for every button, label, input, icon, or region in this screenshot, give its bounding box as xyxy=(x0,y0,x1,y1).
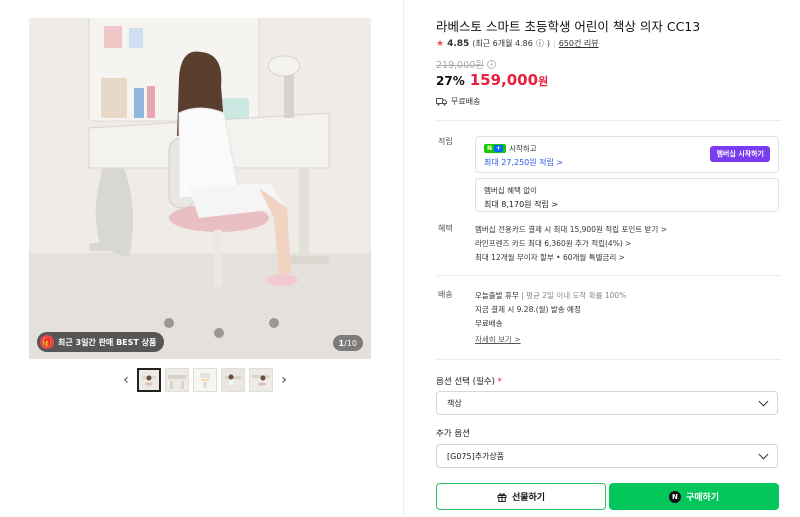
gift-button[interactable]: 선물하기 xyxy=(436,483,606,510)
divider-1 xyxy=(436,120,781,121)
benefit-list: 멤버십 전용카드 결제 시 최대 15,900원 적립 포인트 받기 > 라인프… xyxy=(475,223,667,265)
image-page-total: /10 xyxy=(344,338,357,348)
product-title: 라베스토 스마트 초등학생 어린이 책상 의자 CC13 xyxy=(436,19,701,34)
basic-points-line1: 멤버십 혜택 없이 xyxy=(484,186,538,195)
image-page-counter: 1 /10 xyxy=(332,335,363,351)
rating-divider: | xyxy=(552,39,556,48)
delivery-info: 오늘출발 휴무 | 평균 2일 이내 도착 확률 100% 지금 결제 시 9.… xyxy=(475,289,626,331)
membership-box-line1: 시작하고 xyxy=(509,144,537,153)
sale-price-unit: 원 xyxy=(538,75,549,88)
delivery-arrival-rate: | 평균 2일 이내 도착 확률 100% xyxy=(518,291,627,300)
extra-option-dropdown[interactable]: [G075]추가상품 xyxy=(436,444,778,468)
main-product-image[interactable]: 🎁 최근 3일간 판매 BEST 상품 1 /10 xyxy=(29,18,371,359)
divider-3 xyxy=(436,359,781,360)
buy-button[interactable]: N 구매하기 xyxy=(609,483,779,510)
thumbnail-3[interactable] xyxy=(193,368,217,392)
delivery-ship-date: 지금 결제 시 9.28.(월) 발송 예정 xyxy=(475,305,581,314)
buy-button-label: 구매하기 xyxy=(685,493,720,503)
thumbnail-prev-icon[interactable]: ‹ xyxy=(118,368,134,392)
benefit-item[interactable]: 라인프렌즈 카드 최대 6,360원 추가 적립(4%) > xyxy=(475,237,667,251)
divider-2 xyxy=(436,275,781,276)
discount-rate: 27% xyxy=(436,74,465,88)
extra-option-label: 추가 옵션 xyxy=(436,429,470,439)
benefit-item[interactable]: 최대 12개월 무이자 할부 • 60개월 특별금리 > xyxy=(475,251,667,265)
required-mark: * xyxy=(497,377,502,387)
original-price: 219,000원 i xyxy=(436,57,497,71)
delivery-label: 배송 xyxy=(438,290,453,299)
rating-row: ★ 4.85 (최근 6개월 4.86 ⓘ) | 650건 리뷰 xyxy=(436,38,599,49)
option-select-label: 옵션 선택 (필수) * xyxy=(436,375,502,387)
chevron-down-icon xyxy=(758,396,769,406)
shipping-text: 무료배송 xyxy=(451,97,481,106)
naver-membership-icon: N + xyxy=(484,144,507,153)
benefits-label: 혜택 xyxy=(438,224,453,233)
thumbnail-strip: ‹ › xyxy=(118,368,292,392)
best-seller-text: 최근 3일간 판매 BEST 상품 xyxy=(58,337,157,347)
points-label: 적립 xyxy=(438,137,453,146)
option-select-dropdown[interactable]: 책상 xyxy=(436,391,778,415)
original-price-value: 219,000원 xyxy=(436,60,485,71)
gift-button-label: 선물하기 xyxy=(511,493,546,503)
best-seller-badge: 🎁 최근 3일간 판매 BEST 상품 xyxy=(37,332,165,352)
option-select-label-text: 옵션 선택 (필수) xyxy=(436,377,495,387)
membership-points-box[interactable]: N + 시작하고 최대 27,250원 적립 > 멤버십 시작하기 xyxy=(475,136,779,173)
shipping-row: 무료배송 xyxy=(436,96,480,107)
benefit-item[interactable]: 멤버십 전용카드 결제 시 최대 15,900원 적립 포인트 받기 > xyxy=(475,223,667,237)
star-icon: ★ xyxy=(436,38,445,49)
product-photo-illustration xyxy=(29,18,371,359)
delivery-detail-link[interactable]: 자세히 보기 > xyxy=(475,334,521,345)
review-count-link[interactable]: 650건 리뷰 xyxy=(559,38,599,49)
delivery-today-closed: 오늘출발 휴무 xyxy=(475,291,519,300)
basic-points-box[interactable]: 멤버십 혜택 없이 최대 8,170원 적립 > xyxy=(475,178,779,212)
thumbnail-next-icon[interactable]: › xyxy=(276,368,292,392)
start-membership-button[interactable]: 멤버십 시작하기 xyxy=(710,146,770,162)
thumbnail-2[interactable] xyxy=(165,368,189,392)
price-info-icon[interactable]: i xyxy=(487,59,497,69)
gift-icon: 🎁 xyxy=(40,335,54,349)
price-row: 27% 159,000원 xyxy=(436,70,548,89)
rating-recent: (최근 6개월 4.86 xyxy=(472,39,533,48)
rating-close: ) xyxy=(546,39,550,48)
naver-pay-icon: N xyxy=(668,490,681,503)
sale-price: 159,000 xyxy=(469,71,539,89)
basic-max-points[interactable]: 최대 8,170원 적립 > xyxy=(484,199,770,210)
option-select-value: 책상 xyxy=(447,398,462,408)
delivery-free-shipping: 무료배송 xyxy=(475,319,503,328)
panel-divider xyxy=(403,0,404,517)
truck-icon xyxy=(436,97,447,106)
rating-info-icon[interactable]: ⓘ xyxy=(536,38,544,49)
extra-option-value: [G075]추가상품 xyxy=(447,451,505,461)
chevron-down-icon xyxy=(758,449,769,459)
rating-score: 4.85 xyxy=(447,38,470,49)
thumbnail-5[interactable] xyxy=(249,368,273,392)
thumbnail-4[interactable] xyxy=(221,368,245,392)
gift-box-icon xyxy=(497,492,507,502)
thumbnail-1[interactable] xyxy=(137,368,161,392)
